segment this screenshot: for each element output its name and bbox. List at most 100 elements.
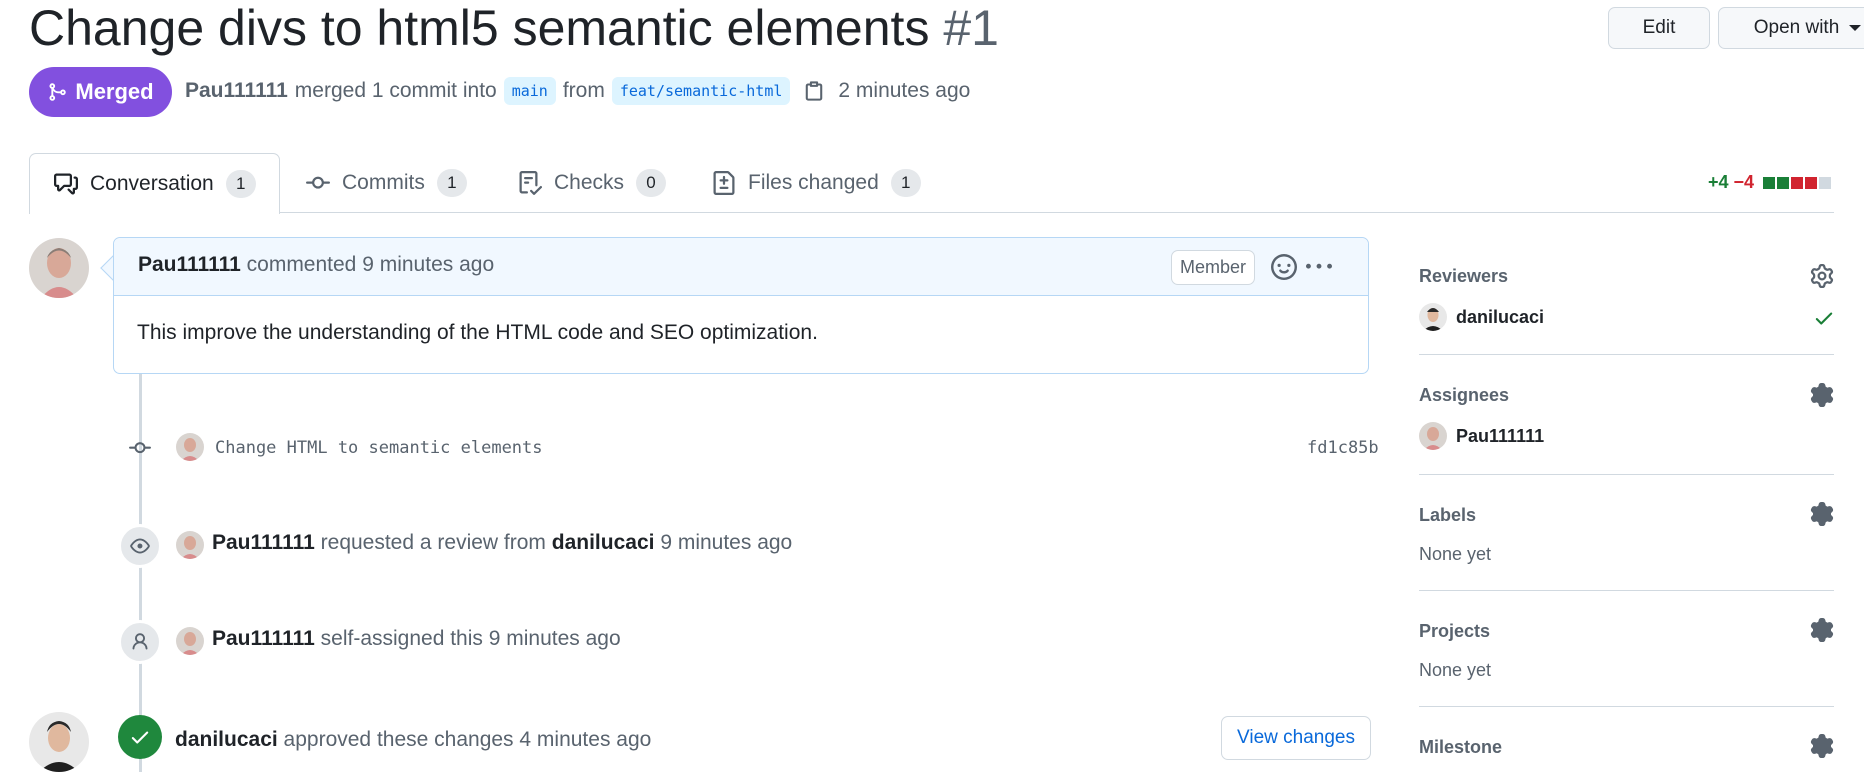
event-text: self-assigned this (320, 627, 483, 650)
event-target-link[interactable]: danilucaci (552, 531, 655, 554)
check-icon (131, 731, 149, 744)
comment-header: Pau111111 commented 9 minutes ago Member (114, 238, 1368, 296)
merge-action-text: merged 1 commit into (294, 79, 497, 102)
kebab-horizontal-icon[interactable] (1306, 254, 1332, 280)
diffstat-block-deleted (1791, 176, 1804, 189)
diffstat-block-deleted (1805, 176, 1818, 189)
comment-body: This improve the understanding of the HT… (137, 321, 818, 344)
comment-box: Pau111111 commented 9 minutes ago Member… (113, 237, 1369, 374)
tab-checks-count: 0 (636, 169, 667, 197)
open-with-label: Open with (1753, 17, 1840, 38)
eye-badge (118, 524, 162, 568)
sidebar-divider (1419, 474, 1834, 475)
reviewers-heading[interactable]: Reviewers (1419, 266, 1508, 287)
tab-conversation-count: 1 (225, 170, 256, 198)
checklist-icon (519, 171, 542, 195)
projects-heading[interactable]: Projects (1419, 621, 1490, 642)
assignees-heading[interactable]: Assignees (1419, 385, 1509, 406)
merged-badge-label: Merged (75, 79, 154, 104)
gear-icon[interactable] (1810, 264, 1834, 288)
tab-checks[interactable]: Checks 0 (518, 153, 667, 213)
comment-action: commented (246, 253, 357, 276)
approved-badge (118, 715, 162, 759)
base-branch-link[interactable]: main (503, 77, 556, 105)
sidebar-divider (1419, 706, 1834, 707)
copy-clipboard-icon[interactable] (803, 80, 825, 102)
assignee-item[interactable]: Pau111111 (1419, 422, 1544, 450)
event-actor-link[interactable]: Pau111111 (212, 531, 315, 554)
person-badge (118, 620, 162, 664)
merge-time: 2 minutes ago (838, 79, 971, 102)
labels-value: None yet (1419, 544, 1492, 564)
head-branch-link[interactable]: feat/semantic-html (611, 77, 791, 105)
avatar[interactable] (176, 531, 204, 559)
avatar[interactable] (29, 712, 89, 772)
diffstat-block-added (1763, 176, 1776, 189)
avatar (1419, 422, 1447, 450)
from-text: from (562, 79, 605, 102)
diffstat: +4 −4 (1708, 172, 1832, 193)
sidebar-divider (1419, 354, 1834, 355)
tab-conversation-label: Conversation (90, 172, 214, 195)
merge-author-link[interactable]: Pau111111 (185, 76, 288, 106)
gear-icon[interactable] (1810, 734, 1834, 758)
avatar[interactable] (29, 238, 89, 298)
gear-icon[interactable] (1810, 383, 1834, 407)
review-request-event: Pau111111 requested a review from danilu… (212, 531, 792, 555)
event-actor-link[interactable]: Pau111111 (212, 627, 315, 650)
tab-commits-label: Commits (342, 171, 425, 194)
comment-author-link[interactable]: Pau111111 (138, 253, 241, 276)
tab-commits-count: 1 (436, 169, 467, 197)
projects-value: None yet (1419, 660, 1492, 680)
smiley-icon[interactable] (1271, 254, 1297, 280)
pr-title-text: Change divs to html5 semantic elements (29, 0, 930, 56)
labels-heading[interactable]: Labels (1419, 505, 1476, 526)
check-icon (1815, 312, 1833, 325)
avatar[interactable] (176, 433, 204, 461)
diffstat-block-neutral (1819, 176, 1832, 189)
diffstat-block-added (1777, 176, 1790, 189)
edit-button[interactable]: Edit (1608, 7, 1710, 49)
reviewer-name: danilucaci (1456, 306, 1545, 327)
pr-number: #1 (943, 0, 999, 56)
comment-time[interactable]: 9 minutes ago (362, 253, 494, 276)
gear-icon[interactable] (1810, 502, 1834, 526)
member-role-badge: Member (1171, 250, 1256, 285)
tab-checks-label: Checks (554, 171, 625, 194)
pr-merge-meta: Pau111111 merged 1 commit into main from… (185, 76, 970, 106)
edit-button-label: Edit (1642, 17, 1676, 38)
assignee-name: Pau111111 (1456, 425, 1545, 446)
eye-icon (130, 538, 150, 554)
comment-discussion-icon (54, 173, 78, 195)
merged-status-badge: Merged (29, 67, 172, 117)
event-text: requested a review from (320, 531, 546, 554)
open-with-button[interactable]: Open with (1718, 7, 1864, 49)
git-commit-icon (129, 442, 151, 454)
timeline-line (139, 372, 142, 772)
event-text: approved these changes (283, 728, 514, 751)
gear-icon[interactable] (1810, 618, 1834, 642)
person-icon (132, 633, 148, 650)
event-time[interactable]: 9 minutes ago (660, 531, 792, 554)
diffstat-deletions: −4 (1733, 172, 1755, 192)
tab-files-changed[interactable]: Files changed 1 (712, 153, 921, 213)
pr-title: Change divs to html5 semantic elements #… (29, 0, 999, 56)
reviewer-item[interactable]: danilucaci (1419, 303, 1544, 331)
view-changes-button[interactable]: View changes (1221, 716, 1371, 760)
event-actor-link[interactable]: danilucaci (175, 728, 278, 751)
tab-files-changed-label: Files changed (748, 171, 879, 194)
event-time[interactable]: 4 minutes ago (519, 728, 651, 751)
commit-message-link[interactable]: Change HTML to semantic elements (215, 438, 543, 458)
event-time[interactable]: 9 minutes ago (489, 627, 621, 650)
commit-sha-link[interactable]: fd1c85b (1307, 438, 1379, 458)
milestone-heading[interactable]: Milestone (1419, 737, 1502, 758)
git-merge-icon (49, 83, 67, 101)
tab-conversation[interactable]: Conversation 1 (29, 153, 280, 214)
avatar[interactable] (176, 627, 204, 655)
file-diff-icon (713, 171, 735, 195)
tab-commits[interactable]: Commits 1 (306, 153, 467, 213)
chevron-down-icon (1849, 25, 1862, 31)
tab-files-changed-count: 1 (890, 169, 921, 197)
diffstat-blocks (1763, 176, 1832, 189)
avatar (1419, 303, 1447, 331)
